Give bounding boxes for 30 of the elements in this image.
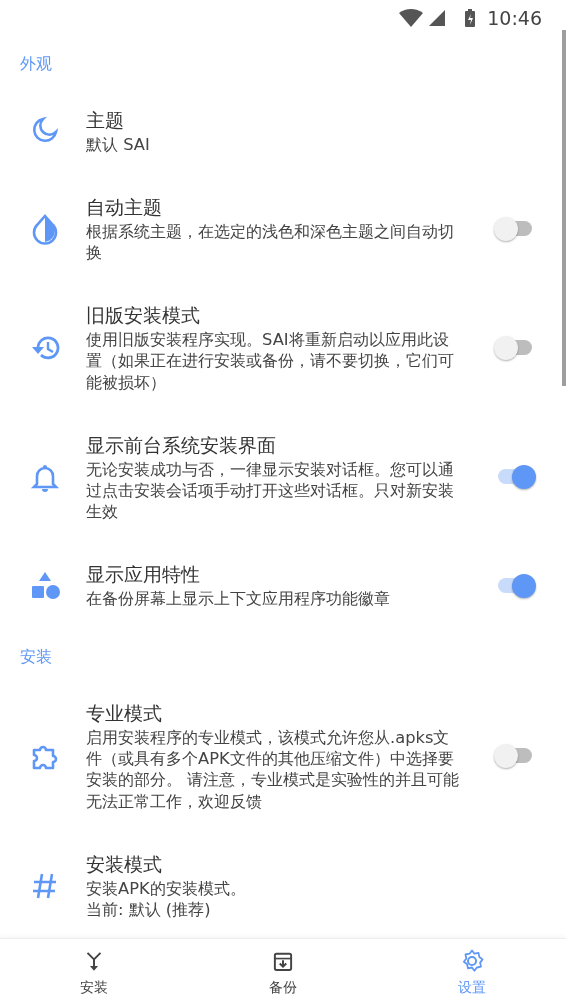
item-title: 主题 — [86, 109, 125, 133]
section-header: 外观 — [19, 53, 53, 75]
item-summary: 安装APK的安装模式。 — [86, 877, 247, 899]
item-summary: 在备份屏幕上显示上下文应用程序功能徽章 — [86, 588, 391, 610]
item-summary: 默认 SAI — [86, 133, 151, 156]
item-title: 显示前台系统安装界面 — [86, 433, 277, 458]
section-header: 安装 — [19, 646, 53, 669]
item-summary: 无论安装成功与否，一律显示安装对话框。您可以通过点击安装会话项手动打开这些对话框。只对新安装生效 — [86, 458, 455, 523]
item-summary: 启用安装程序的专业模式，该模式允许您从.apks文件（或具有多个APK文件的其他压缩文件）中选择要安装的部分。 请注意，专业模式是实验性的并且可能无法正常工作，欢迎反馈 — [86, 727, 461, 812]
item-title: 旧版安装模式 — [86, 304, 201, 329]
battery-icon — [465, 9, 476, 27]
nav-tab[interactable]: 备份 — [188, 939, 378, 1006]
item-title: 专业模式 — [86, 702, 163, 727]
item-summary: 根据系统主题，在选定的浅色和深色主题之间自动切换 — [86, 220, 455, 264]
item-title: 显示应用特性 — [86, 563, 201, 588]
settings-item[interactable]: 主题 默认 SAI — [0, 88, 566, 176]
wifi-icon — [399, 9, 424, 27]
settings-item[interactable]: 显示应用特性 在备份屏幕上显示上下文应用程序功能徽章 — [0, 542, 566, 630]
item-title: 安装模式 — [86, 852, 163, 877]
settings-item[interactable]: 自动主题 根据系统主题，在选定的浅色和深色主题之间自动切换 — [0, 175, 566, 284]
item-summary: 使用旧版安装程序实现。SAI将重新启动以应用此设置（如果正在进行安装或备份，请不要切换，它们可能被损坏） — [86, 329, 455, 393]
settings-item[interactable]: 安装模式 安装APK的安装模式。 当前: 默认 (推荐) — [0, 831, 566, 940]
settings-item[interactable]: 显示前台系统安装界面 无论安装成功与否，一律显示安装对话框。您可以通过点击安装会话项手动打开这些对话框。只对新安装生效 — [0, 412, 566, 543]
settings-item[interactable]: 专业模式 启用安装程序的专业模式，该模式允许您从.apks文件（或具有多个APK文件的其他压缩文件）中选择要安装的部分。 请注意，专业模式是实验性的并且可能无法正常工作，欢迎反馈 — [0, 681, 566, 832]
clock-time: 10:46 — [487, 5, 542, 31]
settings-item[interactable]: 旧版安装模式 使用旧版安装程序实现。SAI将重新启动以应用此设置（如果正在进行安装或备份，请不要切换，它们可能被损坏） — [0, 283, 566, 413]
item-summary: 当前: 默认 (推荐) — [86, 898, 212, 920]
signal-icon — [429, 10, 446, 26]
item-title: 自动主题 — [86, 196, 163, 221]
nav-tab[interactable]: 安装 — [0, 939, 189, 1006]
